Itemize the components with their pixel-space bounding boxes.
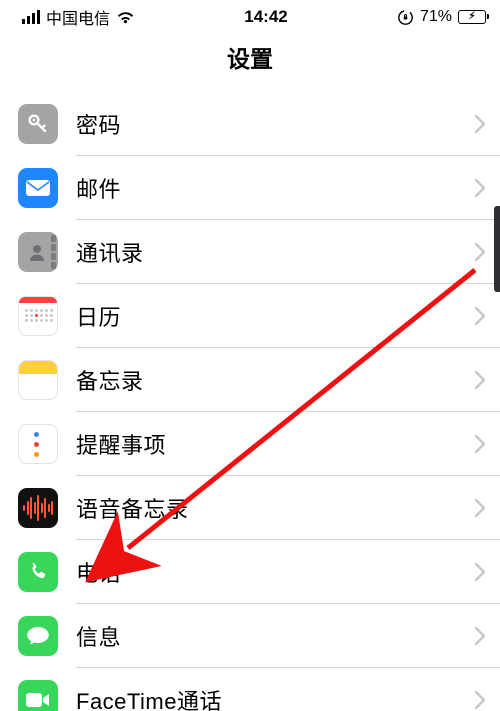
reminders-icon bbox=[18, 424, 58, 464]
chevron-right-icon bbox=[474, 114, 486, 134]
row-mail[interactable]: 邮件 bbox=[0, 156, 500, 220]
settings-list: 密码 邮件 通讯录 日历 bbox=[0, 92, 500, 711]
orientation-lock-icon bbox=[397, 9, 414, 26]
row-passwords[interactable]: 密码 bbox=[0, 92, 500, 156]
row-label: 邮件 bbox=[76, 172, 474, 204]
status-left: 中国电信 bbox=[22, 5, 135, 29]
chevron-right-icon bbox=[474, 370, 486, 390]
row-label: FaceTime通话 bbox=[76, 684, 474, 711]
status-time: 14:42 bbox=[244, 7, 287, 27]
chevron-right-icon bbox=[474, 178, 486, 198]
row-voice-memos[interactable]: 语音备忘录 bbox=[0, 476, 500, 540]
chevron-right-icon bbox=[474, 434, 486, 454]
mail-icon bbox=[18, 168, 58, 208]
row-reminders[interactable]: 提醒事项 bbox=[0, 412, 500, 476]
page-title: 设置 bbox=[0, 40, 500, 74]
row-label: 提醒事项 bbox=[76, 428, 474, 460]
status-right: 71% ⚡︎ bbox=[397, 8, 486, 26]
chevron-right-icon bbox=[474, 626, 486, 646]
key-icon bbox=[18, 104, 58, 144]
status-bar: 中国电信 14:42 71% ⚡︎ bbox=[0, 0, 500, 34]
notes-icon bbox=[18, 360, 58, 400]
voice-memos-icon bbox=[18, 488, 58, 528]
chevron-right-icon bbox=[474, 498, 486, 518]
scroll-indicator bbox=[494, 206, 500, 292]
row-label: 通讯录 bbox=[76, 236, 474, 268]
messages-icon bbox=[18, 616, 58, 656]
contacts-icon bbox=[18, 232, 58, 272]
battery-icon: ⚡︎ bbox=[458, 10, 486, 24]
row-label: 电话 bbox=[76, 556, 474, 588]
signal-icon bbox=[22, 10, 40, 24]
row-label: 密码 bbox=[76, 108, 474, 140]
row-label: 信息 bbox=[76, 620, 474, 652]
carrier-label: 中国电信 bbox=[46, 5, 110, 29]
row-phone[interactable]: 电话 bbox=[0, 540, 500, 604]
chevron-right-icon bbox=[474, 690, 486, 710]
row-facetime[interactable]: FaceTime通话 bbox=[0, 668, 500, 711]
row-notes[interactable]: 备忘录 bbox=[0, 348, 500, 412]
nav-header: 设置 bbox=[0, 34, 500, 92]
facetime-icon bbox=[18, 680, 58, 711]
chevron-right-icon bbox=[474, 242, 486, 262]
row-messages[interactable]: 信息 bbox=[0, 604, 500, 668]
row-label: 语音备忘录 bbox=[76, 492, 474, 524]
chevron-right-icon bbox=[474, 306, 486, 326]
wifi-icon bbox=[116, 10, 135, 24]
row-contacts[interactable]: 通讯录 bbox=[0, 220, 500, 284]
row-label: 日历 bbox=[76, 300, 474, 332]
battery-percent: 71% bbox=[420, 8, 452, 26]
chevron-right-icon bbox=[474, 562, 486, 582]
calendar-icon bbox=[18, 296, 58, 336]
phone-icon bbox=[18, 552, 58, 592]
row-calendar[interactable]: 日历 bbox=[0, 284, 500, 348]
row-label: 备忘录 bbox=[76, 364, 474, 396]
